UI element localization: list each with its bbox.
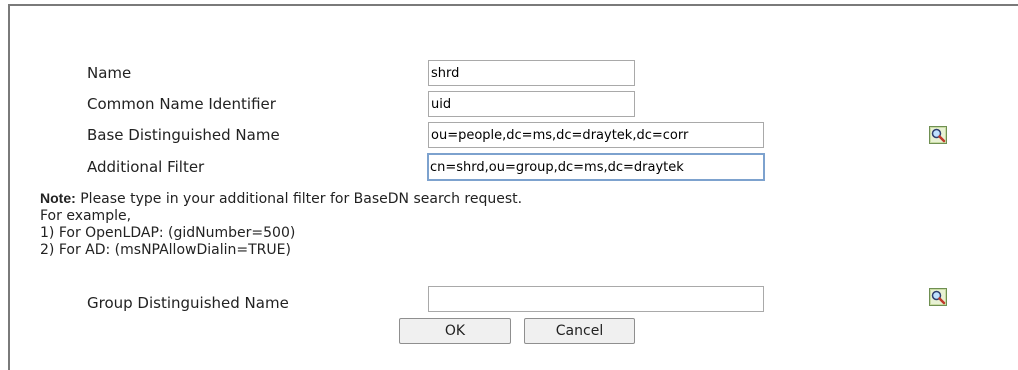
additional-filter-input[interactable] [427, 153, 765, 181]
common-name-identifier-input[interactable] [428, 91, 635, 117]
settings-panel [8, 4, 1018, 370]
ok-button[interactable]: OK [399, 318, 511, 344]
filter-note: Note: Please type in your additional fil… [40, 190, 522, 259]
note-line-2: For example, [40, 208, 132, 224]
base-distinguished-name-input[interactable] [428, 122, 764, 148]
note-line-4: 2) For AD: (msNPAllowDialin=TRUE) [40, 242, 291, 258]
name-input[interactable] [428, 60, 635, 86]
common-name-identifier-label: Common Name Identifier [87, 95, 276, 113]
group-distinguished-name-label: Group Distinguished Name [87, 294, 289, 312]
base-dn-search-icon[interactable] [929, 126, 947, 144]
name-label: Name [87, 64, 132, 82]
base-distinguished-name-label: Base Distinguished Name [87, 126, 280, 144]
group-dn-search-icon[interactable] [929, 288, 947, 306]
note-label: Note: [40, 190, 76, 206]
note-text: Please type in your additional filter fo… [75, 191, 523, 207]
note-line-1: Note: Please type in your additional fil… [40, 190, 522, 208]
group-distinguished-name-input[interactable] [428, 286, 764, 312]
additional-filter-label: Additional Filter [87, 158, 205, 176]
note-line-3: 1) For OpenLDAP: (gidNumber=500) [40, 225, 296, 241]
cancel-button[interactable]: Cancel [524, 318, 635, 344]
